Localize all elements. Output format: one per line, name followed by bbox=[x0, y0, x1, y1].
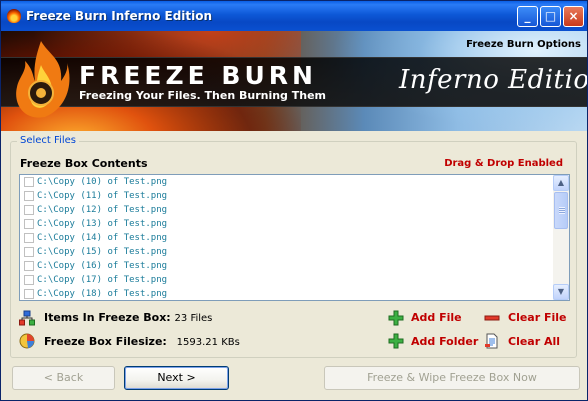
file-path: C:\Copy (10) of Test.png bbox=[37, 177, 168, 187]
list-item[interactable]: C:\Copy (13) of Test.png bbox=[20, 217, 552, 231]
file-path: C:\Copy (18) of Test.png bbox=[37, 289, 168, 299]
clear-file-button[interactable]: Clear File bbox=[508, 311, 567, 324]
item-checkbox[interactable] bbox=[24, 275, 34, 285]
edition-label: Inferno Edition bbox=[399, 65, 587, 95]
items-count-value: 23 Files bbox=[174, 313, 213, 324]
list-item[interactable]: C:\Copy (15) of Test.png bbox=[20, 245, 552, 259]
file-path: C:\Copy (14) of Test.png bbox=[37, 233, 168, 243]
title-bar[interactable]: Freeze Burn Inferno Edition _ □ × bbox=[1, 1, 587, 31]
clear-file-minus-icon[interactable] bbox=[484, 310, 500, 326]
product-tagline: Freezing Your Files. Then Burning Them bbox=[79, 89, 327, 102]
add-file-button[interactable]: Add File bbox=[411, 311, 462, 324]
options-link[interactable]: Freeze Burn Options bbox=[466, 39, 581, 50]
grip-icon bbox=[559, 207, 565, 214]
close-icon: × bbox=[568, 9, 579, 23]
item-checkbox[interactable] bbox=[24, 205, 34, 215]
file-list-scrollbar[interactable]: ▲ ▼ bbox=[553, 175, 569, 300]
list-item[interactable]: C:\Copy (18) of Test.png bbox=[20, 287, 552, 300]
items-label: Items In Freeze Box: bbox=[44, 311, 171, 324]
back-button[interactable]: < Back bbox=[12, 366, 115, 390]
item-checkbox[interactable] bbox=[24, 261, 34, 271]
maximize-button[interactable]: □ bbox=[540, 6, 561, 27]
maximize-icon: □ bbox=[544, 9, 557, 23]
close-button[interactable]: × bbox=[563, 6, 584, 27]
minimize-button[interactable]: _ bbox=[517, 6, 538, 27]
freeze-box-filesize: Freeze Box Filesize: 1593.21 KBs bbox=[44, 335, 240, 348]
filesize-label: Freeze Box Filesize: bbox=[44, 335, 167, 348]
window-title: Freeze Burn Inferno Edition bbox=[26, 9, 213, 23]
items-network-icon bbox=[19, 310, 35, 326]
freeze-burn-logo-icon bbox=[16, 41, 70, 118]
file-path: C:\Copy (11) of Test.png bbox=[37, 191, 168, 201]
freeze-box-file-list[interactable]: C:\Copy (10) of Test.png C:\Copy (11) of… bbox=[19, 174, 570, 301]
file-list-rows: C:\Copy (10) of Test.png C:\Copy (11) of… bbox=[20, 175, 552, 300]
file-path: C:\Copy (17) of Test.png bbox=[37, 275, 168, 285]
item-checkbox[interactable] bbox=[24, 233, 34, 243]
item-checkbox[interactable] bbox=[24, 191, 34, 201]
clear-all-button[interactable]: Clear All bbox=[508, 335, 560, 348]
header-banner: FREEZE BURN Freezing Your Files. Then Bu… bbox=[1, 31, 587, 131]
item-checkbox[interactable] bbox=[24, 219, 34, 229]
clear-all-document-icon[interactable] bbox=[484, 333, 500, 349]
add-folder-button[interactable]: Add Folder bbox=[411, 335, 478, 348]
filesize-value: 1593.21 KBs bbox=[176, 337, 240, 348]
scroll-up-arrow-icon[interactable]: ▲ bbox=[553, 175, 569, 191]
file-path: C:\Copy (13) of Test.png bbox=[37, 219, 168, 229]
scroll-down-arrow-icon[interactable]: ▼ bbox=[553, 284, 569, 300]
drag-drop-label: Drag & Drop Enabled bbox=[444, 158, 563, 169]
add-file-plus-icon[interactable] bbox=[388, 310, 404, 326]
list-item[interactable]: C:\Copy (11) of Test.png bbox=[20, 189, 552, 203]
file-path: C:\Copy (16) of Test.png bbox=[37, 261, 168, 271]
product-name: FREEZE BURN bbox=[79, 61, 317, 90]
item-checkbox[interactable] bbox=[24, 177, 34, 187]
items-in-freeze-box: Items In Freeze Box: 23 Files bbox=[44, 311, 212, 324]
file-path: C:\Copy (15) of Test.png bbox=[37, 247, 168, 257]
select-files-legend: Select Files bbox=[17, 135, 79, 146]
file-path: C:\Copy (12) of Test.png bbox=[37, 205, 168, 215]
list-item[interactable]: C:\Copy (17) of Test.png bbox=[20, 273, 552, 287]
list-item[interactable]: C:\Copy (14) of Test.png bbox=[20, 231, 552, 245]
next-button[interactable]: Next > bbox=[124, 366, 229, 390]
item-checkbox[interactable] bbox=[24, 289, 34, 299]
item-checkbox[interactable] bbox=[24, 247, 34, 257]
freeze-wipe-button[interactable]: Freeze & Wipe Freeze Box Now bbox=[324, 366, 580, 390]
app-flame-icon bbox=[7, 9, 21, 23]
add-folder-plus-icon[interactable] bbox=[388, 333, 404, 349]
app-window: Freeze Burn Inferno Edition _ □ × FREEZE… bbox=[0, 0, 588, 401]
scroll-thumb[interactable] bbox=[554, 192, 568, 229]
list-item[interactable]: C:\Copy (12) of Test.png bbox=[20, 203, 552, 217]
minimize-icon: _ bbox=[524, 9, 531, 23]
list-item[interactable]: C:\Copy (16) of Test.png bbox=[20, 259, 552, 273]
freeze-box-contents-label: Freeze Box Contents bbox=[20, 157, 148, 170]
list-item[interactable]: C:\Copy (10) of Test.png bbox=[20, 175, 552, 189]
filesize-pie-icon bbox=[19, 333, 35, 349]
